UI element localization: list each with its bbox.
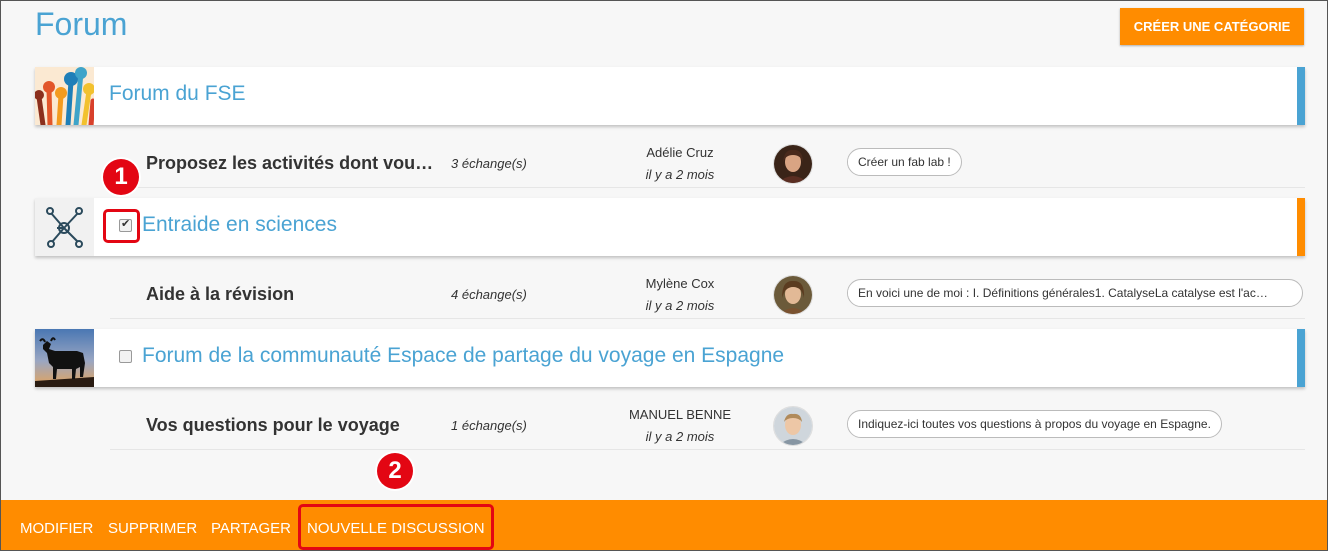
last-message-bubble[interactable]: Indiquez-ici toutes vos questions à prop… xyxy=(847,410,1222,438)
exchange-count: 3 échange(s) xyxy=(451,156,527,171)
discussion-topic[interactable]: Aide à la révision xyxy=(146,284,436,305)
discussion-row[interactable]: Proposez les activités dont vous a… 3 éc… xyxy=(110,137,1305,188)
raised-hands-image xyxy=(35,67,94,125)
delete-button[interactable]: Supprimer xyxy=(108,520,197,537)
category-name[interactable]: Forum du FSE xyxy=(109,82,246,106)
action-toolbar: Modifier Supprimer Partager Nouvelle dis… xyxy=(1,500,1327,550)
discussion-topic[interactable]: Proposez les activités dont vous a… xyxy=(146,153,436,174)
page-title: Forum xyxy=(35,6,128,42)
category-name[interactable]: Forum de la communauté Espace de partage… xyxy=(142,344,784,368)
exchange-count: 1 échange(s) xyxy=(451,418,527,433)
category-header[interactable]: Forum du FSE xyxy=(35,67,1305,125)
discussion-topic[interactable]: Vos questions pour le voyage xyxy=(146,415,436,436)
modify-button[interactable]: Modifier xyxy=(20,520,93,537)
last-message-bubble[interactable]: En voici une de moi : I. Définitions gén… xyxy=(847,279,1303,307)
category-name[interactable]: Entraide en sciences xyxy=(142,213,337,237)
exchange-count: 4 échange(s) xyxy=(451,287,527,302)
discussion-date: il y a 2 mois xyxy=(645,298,715,313)
bull-silhouette-image xyxy=(35,329,94,387)
avatar xyxy=(773,275,813,315)
category-checkbox[interactable] xyxy=(119,350,132,363)
author-name: Adélie Cruz xyxy=(646,145,714,160)
molecule-icon xyxy=(35,198,94,256)
checkbox-highlight xyxy=(103,209,140,243)
avatar xyxy=(773,406,813,446)
create-category-button[interactable]: Créer une catégorie xyxy=(1120,8,1304,45)
discussion-date: il y a 2 mois xyxy=(645,429,715,444)
discussion-date: il y a 2 mois xyxy=(645,167,715,182)
step-2-marker: 2 xyxy=(377,453,413,489)
avatar xyxy=(773,144,813,184)
category-header[interactable]: Forum de la communauté Espace de partage… xyxy=(35,329,1305,387)
category-accent-bar xyxy=(1297,67,1305,125)
discussion-row[interactable]: Vos questions pour le voyage 1 échange(s… xyxy=(110,399,1305,450)
discussion-row[interactable]: Aide à la révision 4 échange(s) Mylène C… xyxy=(110,268,1305,319)
author-name: MANUEL BENNE xyxy=(628,407,732,422)
category-header[interactable]: Entraide en sciences xyxy=(35,198,1305,256)
last-message-bubble[interactable]: Créer un fab lab ! xyxy=(847,148,962,176)
category-accent-bar xyxy=(1297,198,1305,256)
category-accent-bar xyxy=(1297,329,1305,387)
author-name: Mylène Cox xyxy=(645,276,715,291)
share-button[interactable]: Partager xyxy=(211,520,291,537)
step-1-marker: 1 xyxy=(103,159,139,195)
new-discussion-highlight xyxy=(298,504,494,550)
